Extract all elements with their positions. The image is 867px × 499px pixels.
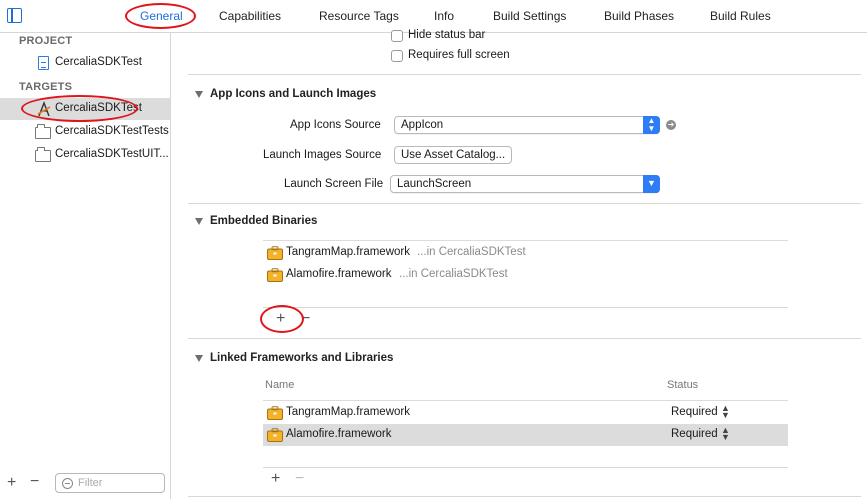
framework-icon [267, 428, 283, 442]
list-item[interactable]: TangramMap.framework ...in CercaliaSDKTe… [263, 242, 788, 264]
launch-screen-file-combo[interactable]: LaunchScreen ▼ [390, 175, 660, 193]
app-icons-source-popup[interactable]: AppIcon ▲ ▼ [394, 116, 660, 134]
sidebar-footer: + − Filter [0, 465, 170, 499]
add-linked-framework-button[interactable]: + [271, 470, 280, 488]
app-target-icon [37, 101, 51, 117]
project-section-header: PROJECT [19, 35, 73, 47]
section-divider [188, 74, 861, 75]
sidebar-item-target-uitests[interactable]: CercaliaSDKTestUIT... [0, 144, 170, 166]
sidebar-item-label: CercaliaSDKTest [55, 56, 142, 68]
up-down-chevron-icon[interactable]: ▲ ▼ [721, 426, 730, 442]
framework-icon [267, 406, 283, 420]
launch-screen-file-label: Launch Screen File [284, 178, 384, 190]
project-navigator-sidebar: PROJECT CercaliaSDKTest TARGETS Cercalia… [0, 33, 171, 499]
linked-frameworks-section-title: Linked Frameworks and Libraries [210, 352, 394, 364]
framework-name: TangramMap.framework [286, 406, 410, 418]
sidebar-item-target-app[interactable]: CercaliaSDKTest [0, 98, 170, 120]
requires-full-screen-label: Requires full screen [408, 49, 510, 61]
framework-name: TangramMap.framework [286, 246, 410, 258]
tab-build-rules[interactable]: Build Rules [710, 9, 771, 23]
list-item[interactable]: Alamofire.framework ...in CercaliaSDKTes… [263, 264, 788, 286]
popup-stepper-icon: ▲ ▼ [643, 116, 660, 134]
test-bundle-icon [35, 147, 51, 162]
name-column-header[interactable]: Name [265, 379, 294, 391]
remove-target-button[interactable]: − [30, 473, 39, 491]
app-icons-section-title: App Icons and Launch Images [210, 88, 377, 100]
section-divider [188, 203, 861, 204]
hide-status-bar-checkbox[interactable] [391, 30, 403, 42]
framework-name: Alamofire.framework [286, 428, 392, 440]
combo-dropdown-icon: ▼ [643, 175, 660, 193]
navigator-toggle-icon[interactable] [7, 8, 22, 23]
status-column-header[interactable]: Status [667, 379, 698, 391]
add-embedded-binary-button[interactable]: + [276, 310, 285, 328]
disclosure-triangle-icon[interactable] [195, 218, 203, 225]
framework-status-popup[interactable]: Required [671, 428, 718, 440]
project-file-icon [38, 56, 49, 70]
go-to-asset-arrow-icon[interactable]: ➔ [666, 120, 676, 130]
framework-name: Alamofire.framework [286, 268, 392, 280]
list-divider [263, 467, 788, 468]
framework-status-popup[interactable]: Required [671, 406, 718, 418]
filter-icon [62, 478, 73, 489]
sidebar-item-project[interactable]: CercaliaSDKTest [0, 52, 170, 74]
list-item[interactable]: TangramMap.framework Required ▲ ▼ [263, 402, 788, 424]
app-icons-source-label: App Icons Source [290, 119, 381, 131]
tab-general[interactable]: General [140, 9, 183, 23]
targets-section-header: TARGETS [19, 81, 73, 93]
sidebar-item-target-tests[interactable]: CercaliaSDKTestTests [0, 121, 170, 143]
general-settings-pane: Hide status bar Requires full screen App… [171, 29, 867, 499]
tab-build-settings[interactable]: Build Settings [493, 9, 566, 23]
tab-capabilities[interactable]: Capabilities [219, 9, 281, 23]
launch-screen-file-value: LaunchScreen [397, 178, 472, 190]
add-target-button[interactable]: + [7, 474, 16, 492]
section-divider [188, 496, 861, 497]
section-divider [188, 338, 861, 339]
framework-location: ...in CercaliaSDKTest [417, 246, 526, 258]
launch-images-source-label: Launch Images Source [263, 149, 382, 161]
up-down-chevron-icon[interactable]: ▲ ▼ [721, 404, 730, 420]
remove-linked-framework-button[interactable]: − [295, 470, 304, 488]
sidebar-item-label: CercaliaSDKTestTests [55, 125, 169, 137]
hide-status-bar-label: Hide status bar [408, 29, 486, 41]
tab-info[interactable]: Info [434, 9, 454, 23]
framework-icon [267, 268, 283, 282]
remove-embedded-binary-button[interactable]: − [301, 310, 310, 328]
list-divider [263, 307, 788, 308]
filter-placeholder: Filter [78, 477, 103, 489]
framework-icon [267, 246, 283, 260]
filter-input[interactable]: Filter [55, 473, 165, 493]
embedded-binaries-section-title: Embedded Binaries [210, 215, 318, 227]
test-bundle-icon [35, 124, 51, 139]
disclosure-triangle-icon[interactable] [195, 91, 203, 98]
sidebar-item-label: CercaliaSDKTest [55, 102, 142, 114]
requires-full-screen-checkbox[interactable] [391, 50, 403, 62]
use-asset-catalog-button[interactable]: Use Asset Catalog... [394, 146, 513, 164]
embedded-binaries-list: TangramMap.framework ...in CercaliaSDKTe… [263, 240, 788, 308]
framework-location: ...in CercaliaSDKTest [399, 268, 508, 280]
tab-build-phases[interactable]: Build Phases [604, 9, 674, 23]
sidebar-item-label: CercaliaSDKTestUIT... [55, 148, 169, 160]
list-item[interactable]: Alamofire.framework Required ▲ ▼ [263, 424, 788, 446]
disclosure-triangle-icon[interactable] [195, 355, 203, 362]
app-icons-source-value: AppIcon [401, 119, 444, 131]
tab-resource-tags[interactable]: Resource Tags [319, 9, 399, 23]
linked-frameworks-list: TangramMap.framework Required ▲ ▼ Alamofi… [263, 400, 788, 468]
